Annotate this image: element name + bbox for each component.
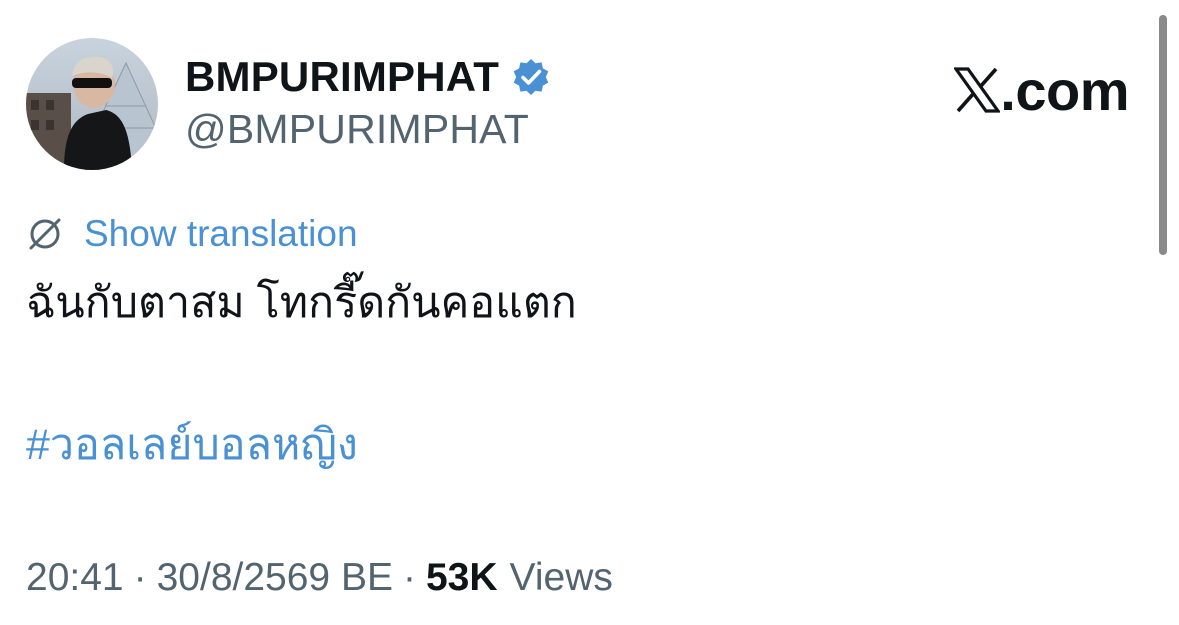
x-logo: .com [953, 58, 1129, 122]
author-name-row[interactable]: BMPURIMPHAT [185, 52, 551, 102]
views-label: Views [509, 556, 613, 599]
show-translation-link[interactable]: Show translation [84, 213, 358, 255]
views-count[interactable]: 53K [426, 556, 498, 600]
x-logo-suffix: .com [1000, 58, 1129, 122]
avatar-photo [26, 38, 158, 170]
tweet-hashtag-link[interactable]: #วอลเลย์บอลหญิง [26, 414, 358, 476]
verified-badge-icon [511, 57, 551, 97]
x-logo-icon [953, 67, 1002, 113]
author-display-name[interactable]: BMPURIMPHAT [185, 53, 499, 101]
tweet-text: ฉันกับตาสม โทกรี๊ดกันคอแตก [26, 279, 577, 327]
avatar[interactable] [26, 38, 158, 170]
tweet-time[interactable]: 20:41 [26, 556, 124, 600]
show-translation-row[interactable]: Show translation [26, 210, 358, 258]
tweet-date[interactable]: 30/8/2569 BE [157, 556, 393, 600]
author-handle[interactable]: @BMPURIMPHAT [185, 106, 529, 153]
translate-globe-icon [26, 215, 64, 253]
scrollbar[interactable] [1159, 15, 1167, 255]
meta-separator: · [402, 556, 416, 599]
tweet-meta: 20:41 · 30/8/2569 BE · 53K Views [26, 556, 613, 608]
tweet-card: BMPURIMPHAT @BMPURIMPHAT .com Show trans… [0, 0, 1179, 625]
meta-separator: · [133, 556, 147, 599]
